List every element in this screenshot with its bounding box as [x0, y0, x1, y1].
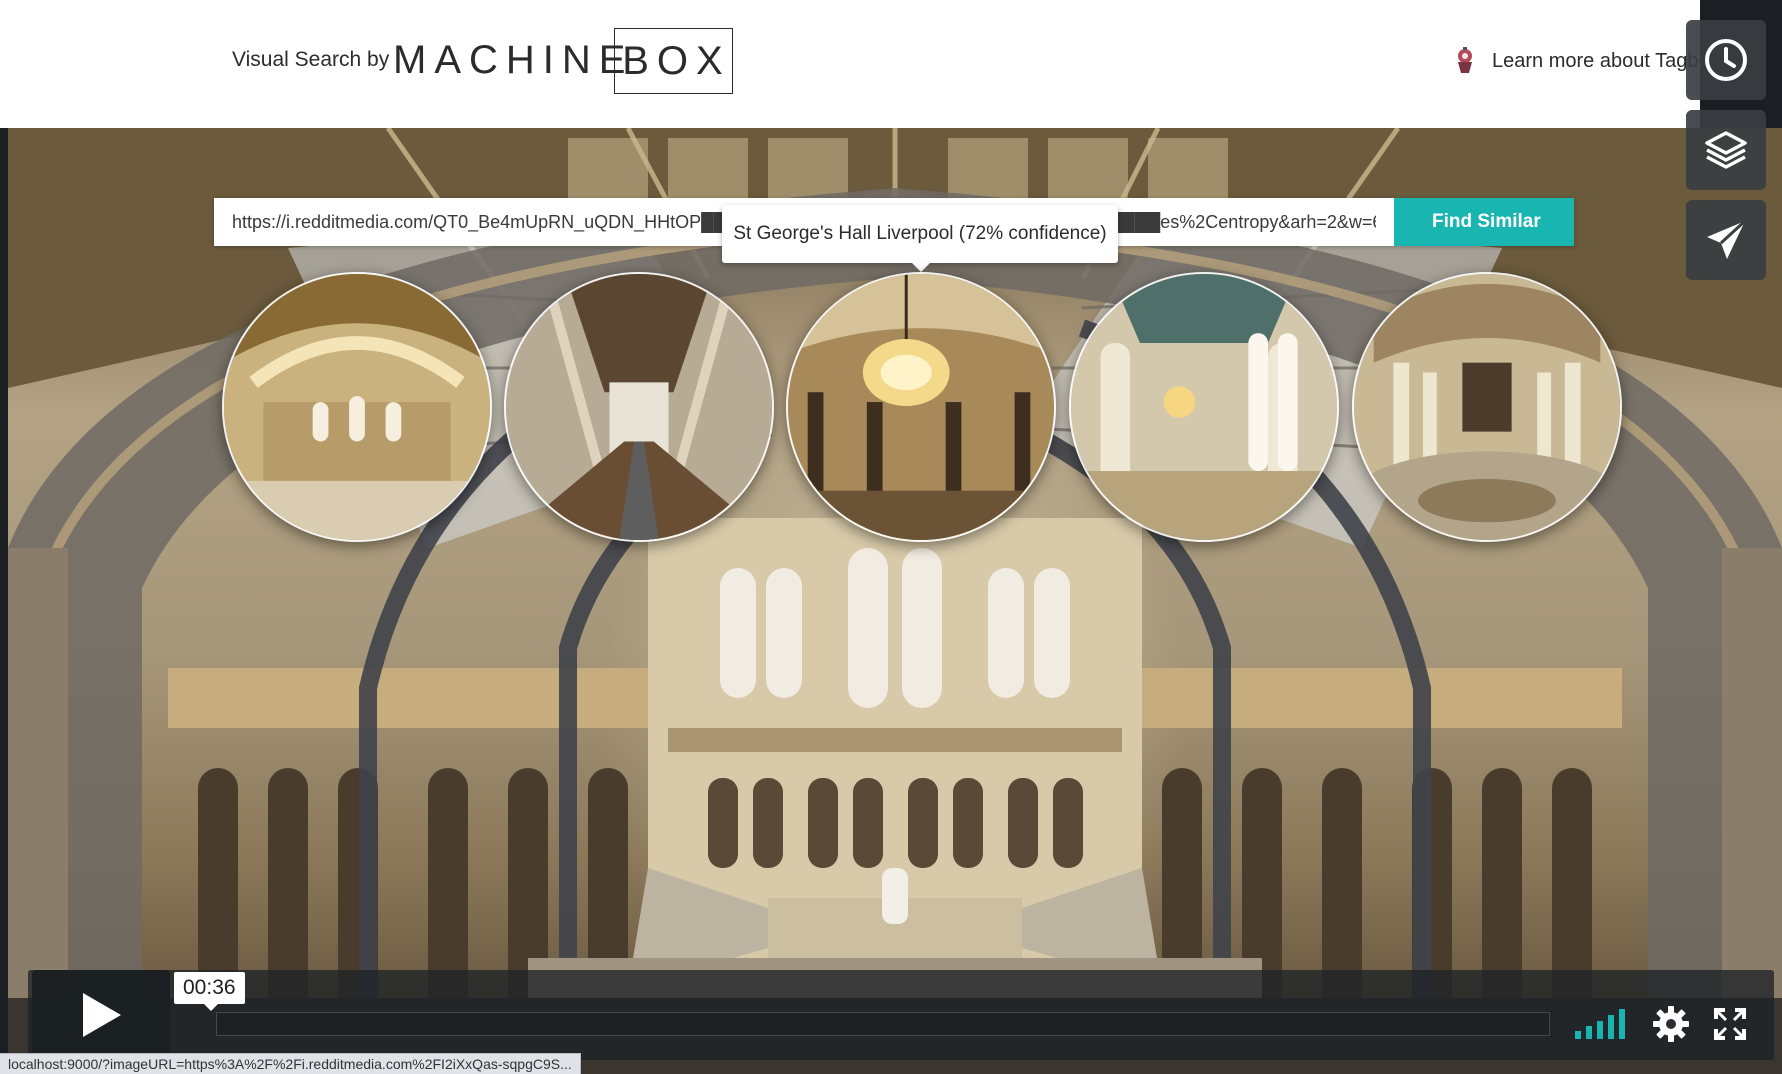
learn-more-link[interactable]: Learn more about Tagbo — [1452, 46, 1710, 76]
later-button[interactable] — [1686, 20, 1766, 100]
fullscreen-icon[interactable] — [1714, 1008, 1746, 1040]
send-icon — [1707, 219, 1747, 259]
clock-icon — [1705, 39, 1747, 81]
current-time-badge: 00:36 — [174, 972, 245, 1011]
progress-bar[interactable] — [216, 1012, 1550, 1036]
status-bar-url: localhost:9000/?imageURL=https%3A%2F%2Fi… — [0, 1053, 581, 1074]
share-button[interactable] — [1686, 200, 1766, 280]
brand-logo-word: MACHINE — [393, 38, 634, 82]
st-georges-hall-thumbnail-icon — [788, 274, 1054, 540]
result-thumbnail-2[interactable] — [504, 272, 774, 542]
hero-background-image — [8, 128, 1782, 1074]
volume-icon[interactable] — [1575, 1009, 1629, 1039]
result-thumbnail-1[interactable] — [222, 272, 492, 542]
brand-logo-box: BOX — [614, 28, 733, 94]
learn-more-label: Learn more about Tagbo — [1492, 49, 1710, 72]
collections-button[interactable] — [1686, 110, 1766, 190]
result-tooltip: St George's Hall Liverpool (72% confiden… — [722, 205, 1118, 272]
play-button[interactable] — [32, 970, 170, 1060]
find-similar-button[interactable]: Find Similar — [1394, 198, 1574, 246]
cathedral-nave-thumbnail-icon — [506, 274, 772, 540]
gothic-interior-thumbnail-icon — [1071, 274, 1337, 540]
museum-hall-photo — [8, 128, 1782, 1074]
result-thumbnail-3[interactable] — [786, 272, 1056, 542]
hall-thumbnail-1-icon — [224, 274, 490, 540]
site-header: Visual Search by MACHINE BOX Learn more … — [0, 0, 1710, 128]
grand-hall-thumbnail-icon — [1354, 274, 1620, 540]
result-thumbnail-4[interactable] — [1069, 272, 1339, 542]
play-icon — [83, 993, 121, 1037]
result-thumbnail-5[interactable] — [1352, 272, 1622, 542]
layers-icon — [1705, 131, 1747, 169]
tagbox-logo-icon — [1458, 47, 1472, 73]
settings-gear-icon[interactable] — [1652, 1005, 1690, 1043]
brand-prefix: Visual Search by — [232, 48, 390, 71]
